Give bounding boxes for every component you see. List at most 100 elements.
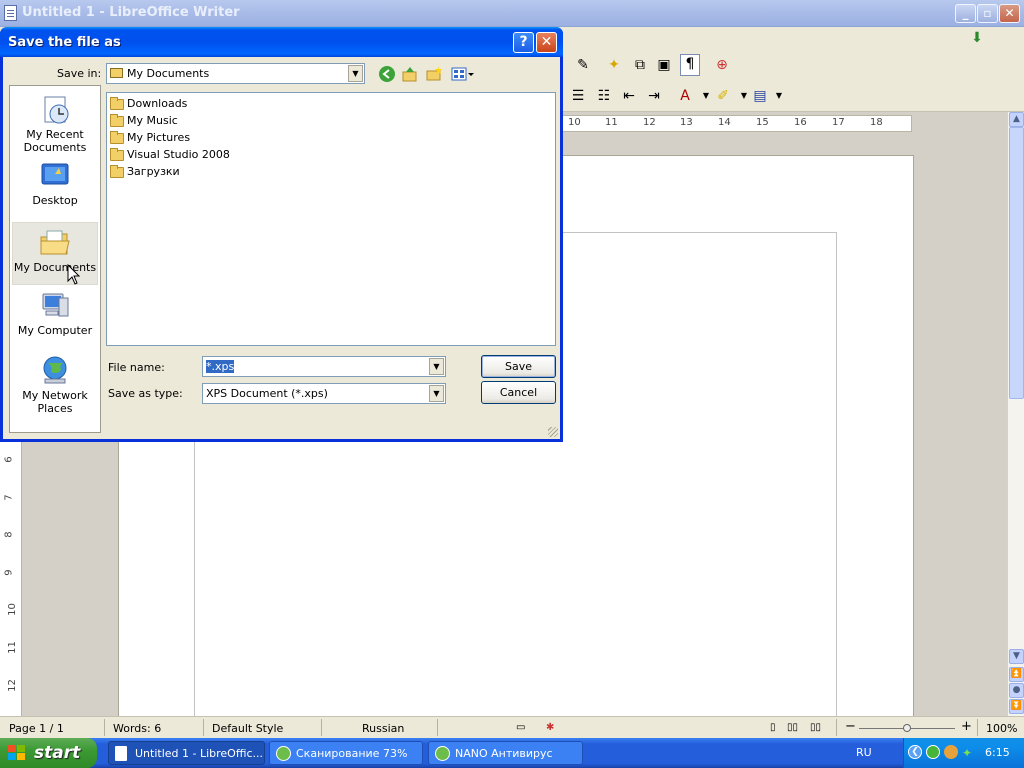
task-nano-antivirus[interactable]: NANO Антивирус <box>428 741 583 765</box>
view-menu-icon[interactable] <box>451 65 475 83</box>
tray-app-icon[interactable] <box>944 745 958 759</box>
place-label: My Computer <box>17 324 93 337</box>
list-item[interactable]: My Pictures <box>109 130 190 146</box>
font-color-dropdown-icon[interactable]: ▼ <box>697 87 715 105</box>
document-language[interactable]: Russian <box>362 722 404 735</box>
network-tray-icon[interactable]: ✦ <box>962 746 972 760</box>
gallery-icon[interactable]: ⧉ <box>631 56 649 74</box>
increase-indent-icon[interactable]: ⇥ <box>645 87 663 105</box>
start-button[interactable]: start <box>0 738 97 768</box>
vertical-scrollbar[interactable]: ▲ ▼ ⏫ ● ⏬ <box>1007 112 1024 716</box>
document-modified-icon[interactable]: ✱ <box>546 722 554 733</box>
save-button[interactable]: Save <box>481 355 556 378</box>
file-name-label: File name: <box>108 361 165 374</box>
update-icon[interactable]: ⬇ <box>968 29 986 47</box>
new-folder-icon[interactable] <box>425 65 443 83</box>
dialog-titlebar[interactable]: Save the file as ? ✕ <box>0 27 563 57</box>
scroll-down-icon[interactable]: ▼ <box>1009 649 1024 664</box>
ruler-number: 14 <box>718 117 731 128</box>
help-lifebuoy-icon[interactable]: ⊕ <box>713 56 731 74</box>
chevron-down-icon[interactable]: ▼ <box>429 358 444 375</box>
close-window-button[interactable]: ✕ <box>999 4 1020 23</box>
task-scanning[interactable]: Сканирование 73% <box>269 741 423 765</box>
navigator-star-icon[interactable]: ✦ <box>605 56 623 74</box>
place-recent-documents[interactable]: My Recent Documents <box>12 90 98 154</box>
scroll-thumb[interactable] <box>1009 127 1024 399</box>
bullets-icon[interactable]: ☷ <box>595 87 613 105</box>
place-network[interactable]: My Network Places <box>12 351 98 415</box>
folder-icon <box>110 97 124 110</box>
place-label: Desktop <box>32 194 78 207</box>
system-tray: ❮ ✦ 6:15 <box>903 738 1024 768</box>
clock[interactable]: 6:15 <box>985 746 1010 759</box>
zoom-slider-thumb[interactable] <box>903 724 911 732</box>
chevron-down-icon[interactable]: ▼ <box>429 385 444 402</box>
pictures-folder-icon <box>110 131 124 144</box>
list-item[interactable]: My Music <box>109 113 178 129</box>
list-item[interactable]: Visual Studio 2008 <box>109 147 230 163</box>
tray-expand-icon[interactable]: ❮ <box>908 745 922 759</box>
background-dropdown-icon[interactable]: ▼ <box>770 87 788 105</box>
resize-grip-icon[interactable] <box>548 427 558 437</box>
list-item[interactable]: Загрузки <box>109 164 180 180</box>
data-sources-icon[interactable]: ▣ <box>655 56 673 74</box>
zoom-in-icon[interactable]: + <box>961 719 972 734</box>
background-color-icon[interactable]: ▤ <box>751 87 769 105</box>
divider <box>104 719 105 736</box>
file-item-label: Загрузки <box>127 165 180 178</box>
file-list[interactable]: Downloads My Music My Pictures Visual St… <box>106 92 556 346</box>
place-label: My Network Places <box>22 389 88 415</box>
next-page-icon[interactable]: ⏬ <box>1009 699 1024 714</box>
language-indicator[interactable]: RU <box>856 746 872 759</box>
task-writer[interactable]: Untitled 1 - LibreOffic... <box>108 741 265 765</box>
single-page-view-icon[interactable]: ▯ <box>770 722 776 733</box>
place-desktop[interactable]: Desktop <box>12 156 98 207</box>
restore-button[interactable]: ▫ <box>977 4 998 23</box>
writer-document-icon <box>4 5 17 21</box>
multi-page-view-icon[interactable]: ▯▯ <box>787 722 798 733</box>
insert-mode-icon[interactable]: ▭ <box>516 722 525 733</box>
text-boundary-right <box>836 232 837 720</box>
back-icon[interactable] <box>378 65 396 83</box>
up-folder-icon[interactable] <box>401 65 419 83</box>
places-bar: My Recent Documents Desktop My Documents… <box>9 85 101 433</box>
place-my-computer[interactable]: My Computer <box>12 286 98 337</box>
scroll-up-icon[interactable]: ▲ <box>1009 112 1024 127</box>
horizontal-ruler[interactable]: 10 11 12 13 14 15 16 17 18 <box>562 115 912 132</box>
minimize-button[interactable]: _ <box>955 4 976 23</box>
save-as-type-dropdown[interactable]: XPS Document (*.xps) ▼ <box>202 383 446 404</box>
zoom-out-icon[interactable]: − <box>845 719 856 734</box>
page-style[interactable]: Default Style <box>212 722 283 735</box>
numbering-icon[interactable]: ☰ <box>569 87 587 105</box>
status-bar: Page 1 / 1 Words: 6 Default Style Russia… <box>0 716 1024 738</box>
formatting-marks-icon[interactable]: ¶ <box>680 54 700 76</box>
font-color-icon[interactable]: A <box>676 87 694 105</box>
previous-page-icon[interactable]: ⏫ <box>1009 667 1024 682</box>
vertical-ruler[interactable]: 6 7 8 9 10 11 12 <box>0 440 22 716</box>
cancel-button[interactable]: Cancel <box>481 381 556 404</box>
file-name-field[interactable]: *.xps ▼ <box>202 356 446 377</box>
navigation-icon[interactable]: ● <box>1009 683 1024 698</box>
edit-pen-icon[interactable]: ✎ <box>574 56 592 74</box>
place-label: My Documents <box>13 261 97 274</box>
save-as-type-label: Save as type: <box>108 387 183 400</box>
my-documents-icon <box>40 230 70 255</box>
save-in-dropdown[interactable]: My Documents ▼ <box>106 63 365 84</box>
task-label: Сканирование 73% <box>296 747 408 760</box>
close-button[interactable]: ✕ <box>536 32 557 53</box>
ruler-number: 13 <box>680 117 693 128</box>
zoom-level[interactable]: 100% <box>986 722 1017 735</box>
place-label: My Recent Documents <box>23 128 87 154</box>
chevron-down-icon[interactable]: ▼ <box>348 65 363 82</box>
list-item[interactable]: Downloads <box>109 96 187 112</box>
app-title: Untitled 1 - LibreOffice Writer <box>22 5 240 20</box>
file-item-label: My Music <box>127 114 178 127</box>
decrease-indent-icon[interactable]: ⇤ <box>620 87 638 105</box>
book-view-icon[interactable]: ▯▯ <box>810 722 821 733</box>
place-my-documents[interactable]: My Documents <box>12 222 98 285</box>
antivirus-icon <box>435 746 450 761</box>
help-button[interactable]: ? <box>513 32 534 53</box>
highlighting-icon[interactable]: ✐ <box>714 87 732 105</box>
windows-flag-icon <box>8 745 25 760</box>
antivirus-tray-icon[interactable] <box>926 745 940 759</box>
